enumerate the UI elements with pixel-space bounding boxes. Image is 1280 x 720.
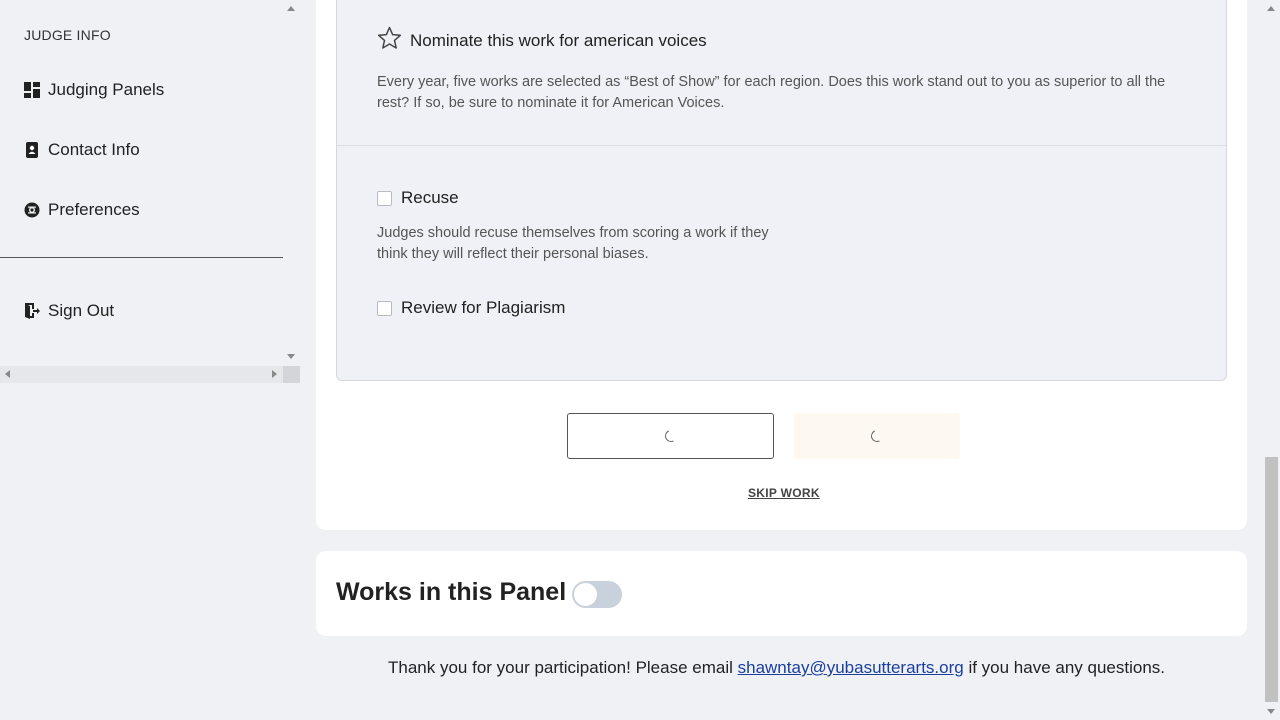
sidebar: JUDGE INFO Judging Panels Contact Info P…	[0, 0, 300, 720]
sidebar-item-judging-panels[interactable]: Judging Panels	[24, 80, 164, 100]
sidebar-horizontal-scrollbar[interactable]	[0, 366, 283, 383]
nominate-description: Every year, five works are selected as “…	[377, 74, 1166, 111]
sidebar-item-label: Judging Panels	[48, 80, 165, 99]
page-scrollbar[interactable]	[1263, 0, 1280, 720]
scroll-down-arrow-icon[interactable]	[287, 354, 295, 359]
secondary-action-button[interactable]	[567, 413, 774, 459]
star-outline-icon[interactable]	[377, 26, 402, 55]
scroll-up-arrow-icon[interactable]	[1267, 6, 1275, 11]
scroll-left-arrow-icon[interactable]	[5, 370, 10, 378]
sidebar-item-label: Preferences	[48, 200, 140, 219]
footer-message: Thank you for your participation! Please…	[388, 658, 1165, 678]
plagiarism-checkbox[interactable]	[377, 300, 392, 316]
contact-email-link[interactable]: shawntay@yubasutterarts.org	[738, 658, 964, 677]
works-panel-title: Works in this Panel	[336, 578, 567, 606]
recuse-description: Judges should recuse themselves from sco…	[377, 225, 769, 262]
sidebar-scroll-area: JUDGE INFO Judging Panels Contact Info P…	[0, 0, 283, 366]
sign-out-label: Sign Out	[48, 301, 115, 320]
scroll-up-arrow-icon[interactable]	[287, 6, 295, 11]
judging-options-box: Nominate this work for american voices E…	[336, 0, 1227, 381]
loading-spinner-icon	[662, 428, 679, 444]
toggle-knob	[574, 583, 597, 606]
skip-work-link[interactable]: SKIP WORK	[748, 486, 820, 500]
gear-icon	[24, 202, 40, 218]
sign-out-icon	[24, 303, 40, 319]
sidebar-item-preferences[interactable]: Preferences	[24, 200, 140, 220]
footer-prefix: Thank you for your participation! Please…	[388, 658, 738, 677]
nominate-label: Nominate this work for american voices	[410, 30, 707, 50]
recuse-checkbox-row[interactable]: Recuse	[377, 188, 459, 208]
footer-suffix: if you have any questions.	[963, 658, 1166, 677]
primary-action-button[interactable]	[794, 413, 960, 459]
dashboard-icon	[24, 82, 40, 98]
plagiarism-label: Review for Plagiarism	[401, 298, 566, 317]
options-divider	[337, 145, 1226, 146]
sidebar-heading: JUDGE INFO	[24, 27, 111, 43]
page-scrollbar-thumb[interactable]	[1265, 457, 1278, 702]
scroll-right-arrow-icon[interactable]	[272, 370, 277, 378]
recuse-label: Recuse	[401, 188, 459, 207]
scrollbar-corner	[283, 366, 300, 383]
works-panel-card: Works in this Panel	[316, 551, 1247, 636]
recuse-checkbox[interactable]	[377, 190, 392, 206]
nominate-toggle[interactable]: Nominate this work for american voices	[377, 26, 707, 55]
scroll-down-arrow-icon[interactable]	[1267, 709, 1275, 714]
loading-spinner-icon	[869, 428, 885, 444]
sign-out-button[interactable]: Sign Out	[24, 301, 114, 321]
sidebar-divider	[0, 257, 283, 258]
sidebar-vertical-scrollbar[interactable]	[283, 0, 300, 366]
contact-book-icon	[24, 142, 40, 158]
plagiarism-checkbox-row[interactable]: Review for Plagiarism	[377, 298, 565, 318]
sidebar-item-contact-info[interactable]: Contact Info	[24, 140, 140, 160]
works-panel-toggle[interactable]	[572, 581, 622, 608]
sidebar-item-label: Contact Info	[48, 140, 140, 159]
